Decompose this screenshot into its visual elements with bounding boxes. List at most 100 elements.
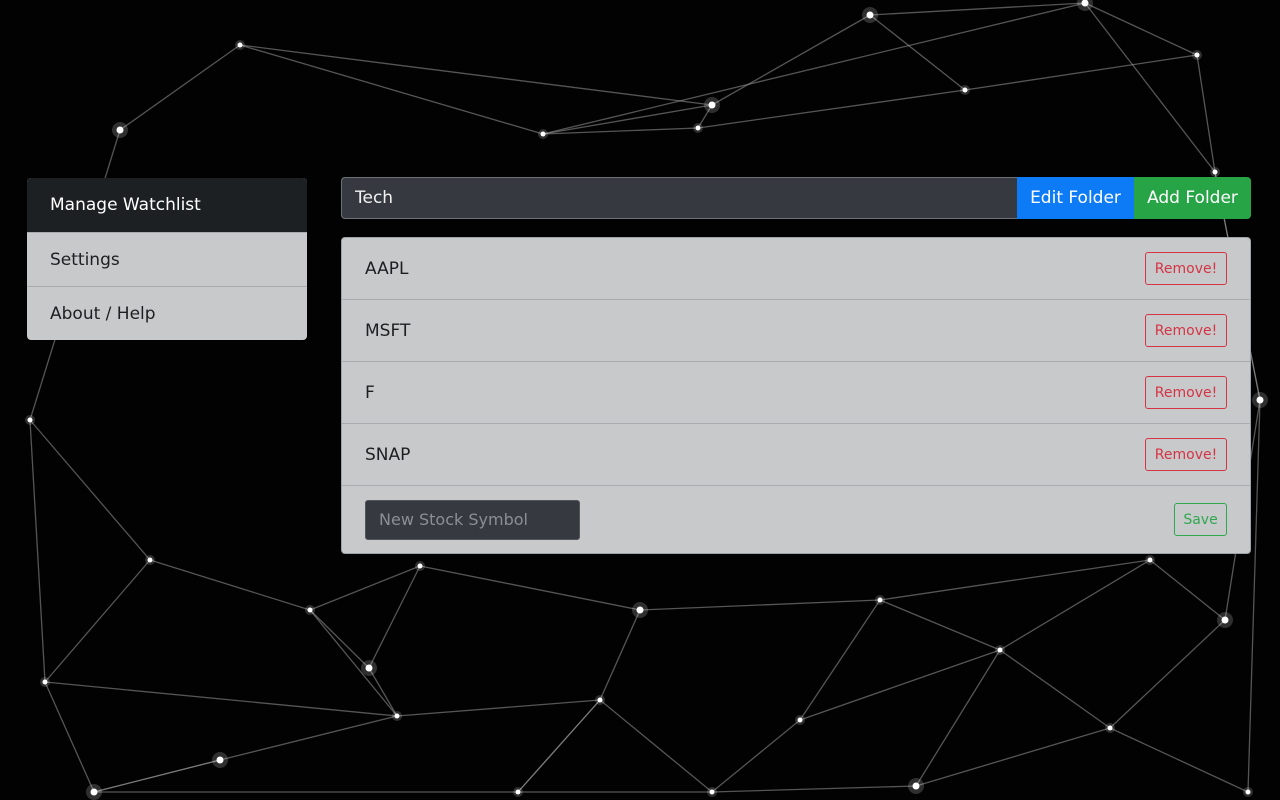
network-node — [1212, 169, 1218, 175]
network-line — [711, 785, 917, 793]
network-node — [1194, 52, 1200, 58]
network-node — [515, 789, 521, 795]
network-node — [636, 606, 644, 614]
sidebar-nav: Manage Watchlist Settings About / Help — [27, 178, 307, 340]
network-line — [44, 681, 398, 717]
network-line — [396, 699, 601, 717]
remove-stock-button[interactable]: Remove! — [1145, 252, 1227, 285]
remove-stock-button[interactable]: Remove! — [1145, 438, 1227, 471]
network-node — [797, 717, 803, 723]
network-line — [542, 2, 1086, 135]
network-line — [542, 104, 713, 135]
network-node — [708, 101, 716, 109]
network-node — [709, 789, 715, 795]
network-line — [309, 565, 421, 611]
network-line — [309, 609, 370, 669]
network-line — [239, 44, 544, 135]
sidebar-item-manage-watchlist[interactable]: Manage Watchlist — [27, 178, 307, 232]
folder-bar: Edit Folder Add Folder — [341, 177, 1251, 219]
new-stock-row: Save — [342, 486, 1250, 553]
network-line — [309, 609, 398, 717]
network-node — [116, 126, 124, 134]
network-line — [639, 599, 881, 611]
network-line — [915, 727, 1111, 787]
new-stock-symbol-input[interactable] — [365, 499, 580, 540]
network-line — [1084, 2, 1198, 56]
network-line — [711, 14, 871, 106]
network-line — [999, 559, 1151, 651]
network-line — [239, 44, 713, 106]
network-line — [44, 559, 151, 683]
network-line — [219, 715, 398, 761]
network-line — [1196, 54, 1216, 173]
network-node — [597, 697, 603, 703]
network-node — [912, 782, 920, 790]
network-line — [29, 419, 151, 561]
network-line — [368, 565, 421, 669]
remove-stock-button[interactable]: Remove! — [1145, 376, 1227, 409]
network-line — [879, 559, 1151, 601]
network-line — [869, 2, 1086, 16]
network-node — [307, 607, 313, 613]
network-node — [1147, 557, 1153, 563]
add-folder-button[interactable]: Add Folder — [1134, 177, 1251, 219]
table-row: F Remove! — [342, 362, 1250, 424]
watchlist-panel: AAPL Remove! MSFT Remove! F Remove! SNAP… — [341, 237, 1251, 554]
network-line — [915, 649, 1001, 787]
table-row: MSFT Remove! — [342, 300, 1250, 362]
network-line — [44, 681, 95, 793]
network-line — [93, 759, 221, 793]
network-node — [237, 42, 243, 48]
network-line — [711, 719, 801, 793]
folder-name-input[interactable] — [341, 177, 1017, 219]
network-line — [419, 565, 641, 611]
network-node — [417, 563, 423, 569]
network-node — [866, 11, 874, 19]
network-node — [1245, 789, 1251, 795]
network-node — [90, 788, 98, 796]
network-node — [1107, 725, 1113, 731]
network-line — [149, 559, 311, 611]
network-node — [962, 87, 968, 93]
network-line — [1149, 559, 1226, 621]
network-node — [540, 131, 546, 137]
network-line — [999, 649, 1111, 729]
network-line — [599, 609, 641, 701]
stock-symbol: F — [365, 382, 375, 403]
network-line — [799, 649, 1001, 721]
sidebar-item-about-help[interactable]: About / Help — [27, 286, 307, 340]
edit-folder-button[interactable]: Edit Folder — [1017, 177, 1134, 219]
stock-symbol: MSFT — [365, 320, 411, 341]
network-node — [216, 756, 224, 764]
network-line — [964, 54, 1198, 91]
stock-symbol: SNAP — [365, 444, 411, 465]
network-node — [695, 125, 701, 131]
network-node — [394, 713, 400, 719]
network-node — [42, 679, 48, 685]
network-line — [517, 699, 601, 793]
network-node — [877, 597, 883, 603]
app-root: Manage Watchlist Settings About / Help E… — [0, 0, 1280, 800]
sidebar-item-settings[interactable]: Settings — [27, 232, 307, 286]
network-node — [27, 417, 33, 423]
stock-symbol: AAPL — [365, 258, 409, 279]
network-line — [1109, 619, 1226, 729]
network-line — [29, 419, 46, 683]
network-line — [697, 89, 966, 129]
network-line — [599, 699, 713, 793]
save-button[interactable]: Save — [1174, 503, 1227, 536]
network-node — [1221, 616, 1229, 624]
network-line — [1109, 727, 1249, 793]
network-line — [368, 667, 398, 717]
network-line — [119, 44, 241, 131]
network-node — [365, 664, 373, 672]
network-node — [997, 647, 1003, 653]
table-row: AAPL Remove! — [342, 238, 1250, 300]
remove-stock-button[interactable]: Remove! — [1145, 314, 1227, 347]
network-node — [1256, 396, 1264, 404]
network-node — [147, 557, 153, 563]
network-line — [799, 599, 881, 721]
network-line — [1084, 2, 1216, 173]
network-line — [869, 14, 966, 91]
table-row: SNAP Remove! — [342, 424, 1250, 486]
